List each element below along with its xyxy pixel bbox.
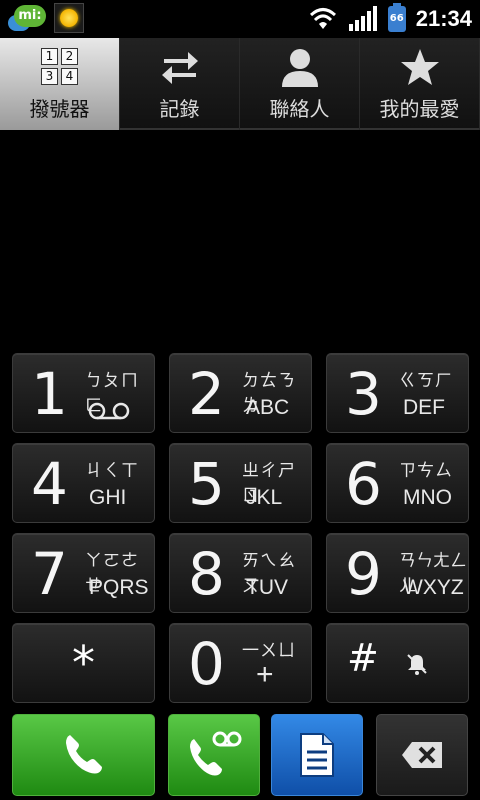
key-digit: 5 — [188, 450, 225, 518]
dialpad-icon: 1 2 3 4 — [41, 48, 78, 85]
key-digit: 9 — [345, 540, 382, 608]
tab-dialer-label: 撥號器 — [29, 96, 90, 121]
key-zhuyin: ㄐㄑㄒ — [85, 461, 139, 481]
key-digit: 6 — [345, 450, 382, 518]
key-digit: 3 — [345, 360, 382, 428]
signal-strength-icon — [348, 6, 377, 31]
tab-favorites-label: 我的最愛 — [379, 96, 460, 121]
delete-button[interactable] — [376, 714, 468, 796]
key-digit: 4 — [31, 450, 68, 518]
key-letters: ABC — [246, 396, 290, 419]
voicemail-phone-icon — [190, 731, 242, 776]
key-6[interactable]: 6 ㄗㄘㄙ MNO — [326, 443, 469, 523]
wifi-icon — [309, 8, 336, 29]
key-hash[interactable]: # — [326, 623, 469, 703]
key-4[interactable]: 4 ㄐㄑㄒ GHI — [12, 443, 155, 523]
key-letters: PQRS — [89, 576, 149, 599]
key-letters: MNO — [403, 486, 452, 509]
key-letters: GHI — [89, 486, 127, 509]
document-icon — [300, 733, 334, 777]
voicemail-icon — [88, 402, 130, 420]
key-zhuyin: ㄗㄘㄙ — [399, 461, 453, 481]
key-digit: # — [347, 636, 379, 680]
tab-contacts-label: 聯絡人 — [269, 96, 330, 121]
key-letters: JKL — [246, 486, 283, 509]
star-icon — [400, 48, 439, 85]
key-7[interactable]: 7 ㄚㄛㄜㄝ PQRS — [12, 533, 155, 613]
key-digit: * — [72, 636, 95, 690]
key-9[interactable]: 9 ㄢㄣㄤㄥㄦ WXYZ — [326, 533, 469, 613]
key-digit: 1 — [31, 360, 68, 428]
silent-mode-icon — [407, 654, 427, 675]
status-clock: 21:34 — [415, 6, 472, 31]
tab-dialer[interactable]: 1 2 3 4 撥號器 — [0, 38, 120, 130]
key-2[interactable]: 2 ㄉㄊㄋㄌ ABC — [169, 353, 312, 433]
call-button[interactable] — [12, 714, 155, 796]
battery-level: 66 — [389, 13, 404, 24]
phone-icon — [65, 735, 102, 774]
key-digit: 8 — [188, 540, 225, 608]
swap-arrows-icon — [161, 51, 198, 84]
key-letters: DEF — [403, 396, 445, 419]
key-5[interactable]: 5 ㄓㄔㄕㄖ JKL — [169, 443, 312, 523]
key-letters: + — [256, 658, 274, 691]
backspace-icon — [402, 742, 442, 768]
key-digit: 7 — [31, 540, 68, 608]
key-digit: 2 — [188, 360, 225, 428]
battery-icon: 66 — [387, 3, 406, 32]
key-8[interactable]: 8 ㄞㄟㄠㄡ TUV — [169, 533, 312, 613]
mi-talk-notification-icon: mi: — [8, 3, 48, 33]
key-3[interactable]: 3 ㄍㄎㄏ DEF — [326, 353, 469, 433]
key-star[interactable]: * — [12, 623, 155, 703]
key-digit: 0 — [188, 630, 225, 698]
weather-sun-icon — [54, 3, 84, 33]
voicemail-button[interactable] — [168, 714, 260, 796]
key-1[interactable]: 1 ㄅㄆㄇㄈ — [12, 353, 155, 433]
key-letters: TUV — [246, 576, 288, 599]
key-zhuyin: ㄍㄎㄏ — [399, 371, 453, 391]
key-0[interactable]: 0 一ㄨㄩ + — [169, 623, 312, 703]
tab-favorites[interactable]: 我的最愛 — [360, 38, 480, 130]
tab-contacts[interactable]: 聯絡人 — [240, 38, 360, 130]
key-letters: WXYZ — [403, 576, 464, 599]
status-bar: mi: 66 21:34 — [0, 0, 480, 38]
tab-call-log-label: 記錄 — [159, 96, 200, 121]
message-button[interactable] — [271, 714, 363, 796]
dialer-actions — [0, 712, 480, 800]
dialer-tab-bar: 1 2 3 4 撥號器 記錄 聯絡人 我的最愛 — [0, 38, 480, 130]
person-icon — [281, 48, 318, 87]
tab-call-log[interactable]: 記錄 — [120, 38, 240, 130]
